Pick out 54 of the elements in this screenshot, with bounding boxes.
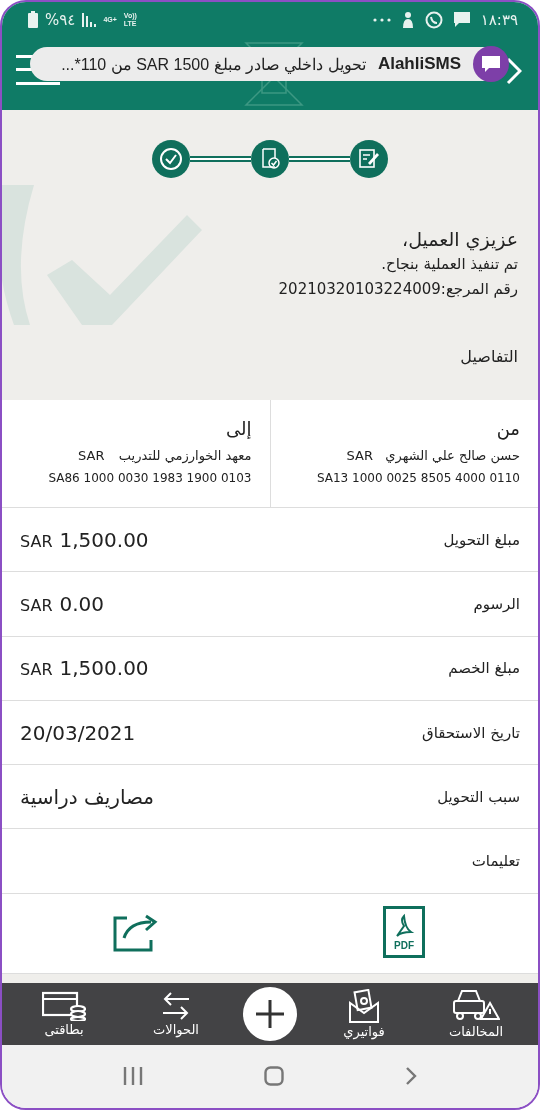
amount-value: 1,500.00 xyxy=(59,527,149,552)
card-coins-icon xyxy=(42,990,86,1021)
account-currency: SAR xyxy=(78,448,105,463)
nav-tab[interactable]: فواتيري xyxy=(319,988,409,1039)
field-label: مبلغ الخصم xyxy=(448,659,520,678)
battery-icon xyxy=(28,11,38,28)
phone-bubble-icon xyxy=(424,10,443,29)
back-icon[interactable] xyxy=(506,57,522,85)
person-icon xyxy=(400,11,415,28)
section-title: التفاصيل xyxy=(459,347,518,366)
nav-tab[interactable]: بطاقتى xyxy=(19,990,109,1037)
status-text: تم تنفيذ العملية بنجاح. xyxy=(381,254,518,275)
greeting-text: عزيزي العميل، xyxy=(402,227,518,252)
nav-tab[interactable]: الحوالات xyxy=(131,990,221,1037)
envelope-money-icon xyxy=(349,988,379,1023)
field-label: سبب التحويل xyxy=(437,787,520,806)
party-label: من xyxy=(495,418,520,439)
iban-number: SA13 1000 0025 8505 4000 0110 xyxy=(315,471,520,485)
message-icon xyxy=(452,11,471,28)
account-currency: SAR xyxy=(346,448,373,463)
currency-code: SAR xyxy=(20,595,53,615)
iban-number: SA86 1000 0030 1983 1900 0103 xyxy=(47,471,252,485)
currency-code: SAR xyxy=(20,660,53,680)
arrows-icon xyxy=(161,990,191,1021)
reference-number: رقم المرجع:20210320103224009 xyxy=(278,279,518,300)
car-warning-icon xyxy=(452,988,500,1023)
account-name: معهد الخوارزمي للتدريب xyxy=(118,448,252,463)
edit-document-icon xyxy=(357,147,381,171)
notification-app: AlahliSMS xyxy=(377,54,461,74)
recent-apps-icon[interactable] xyxy=(122,1067,143,1086)
chat-bubble-icon xyxy=(481,55,501,73)
account-name: حسن صالح علي الشهري xyxy=(385,448,520,463)
add-button[interactable] xyxy=(243,986,297,1041)
notification-text: تحويل داخلي صادر مبلغ 1500 SAR من 110*... xyxy=(61,54,366,74)
signal-icon xyxy=(82,12,97,27)
field-value: 20/03/2021 xyxy=(20,720,136,745)
party-label: إلى xyxy=(225,418,252,439)
back-nav-icon[interactable] xyxy=(405,1066,418,1087)
field-label: تعليمات xyxy=(471,852,520,871)
checkmark-icon xyxy=(2,185,202,325)
amount-value: 1,500.00 xyxy=(59,656,149,681)
currency-code: SAR xyxy=(20,531,53,551)
clock-time: ١٨:٣٩ xyxy=(480,10,518,29)
nav-tab[interactable]: المخالفات xyxy=(431,988,521,1039)
more-icon xyxy=(372,17,391,22)
check-circle-icon xyxy=(159,147,183,171)
battery-level: %٩٤ xyxy=(45,10,76,29)
field-value: مصاريف دراسية xyxy=(20,784,155,809)
field-label: الرسوم xyxy=(473,594,520,613)
field-label: مبلغ التحويل xyxy=(443,530,520,549)
field-label: تاريخ الاستحقاق xyxy=(422,723,520,742)
home-icon[interactable] xyxy=(264,1066,284,1087)
plus-icon xyxy=(256,999,284,1028)
amount-value: 0.00 xyxy=(59,591,105,616)
